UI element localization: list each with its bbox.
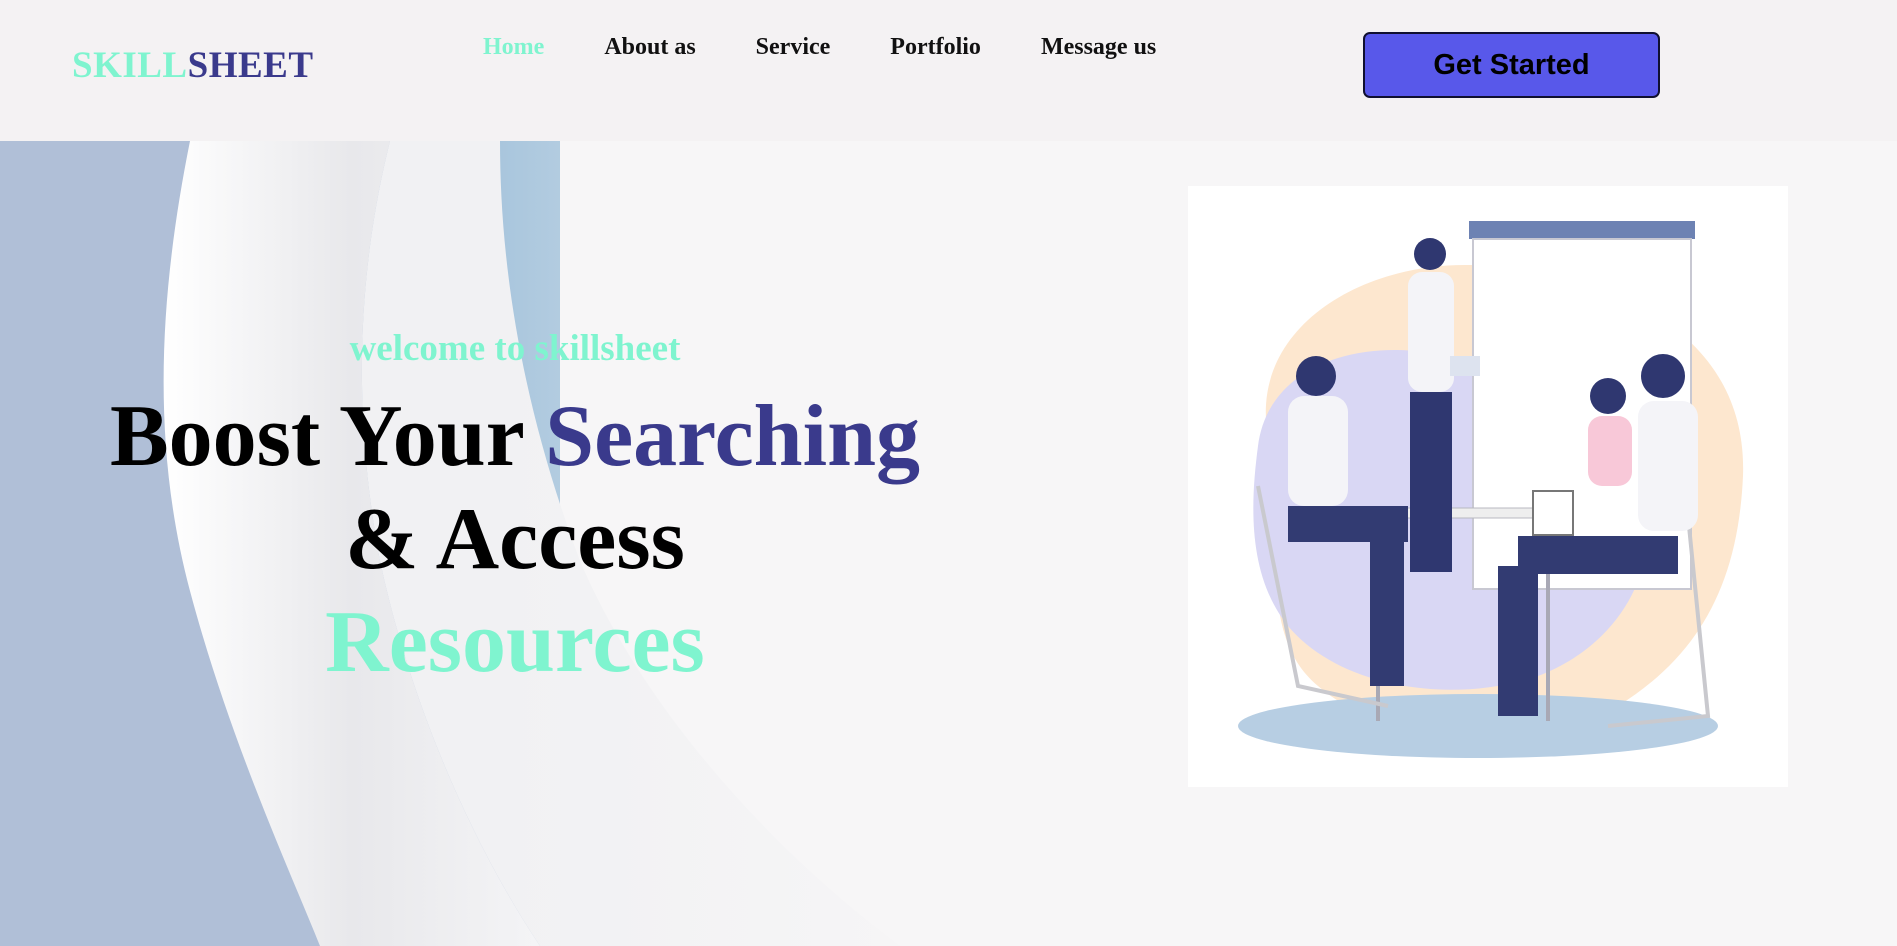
- hero-headline-line3: Resources: [325, 594, 705, 691]
- nav-link-message[interactable]: Message us: [1041, 32, 1156, 62]
- team-meeting-icon: [1238, 221, 1744, 758]
- nav-menu: Home About as Service Portfolio Message …: [483, 32, 1156, 62]
- brand-logo[interactable]: SKILLSHEET: [72, 44, 314, 88]
- brand-logo-part1: SKILL: [72, 45, 188, 86]
- hero-headline-line2: & Access: [345, 491, 685, 588]
- navbar: SKILLSHEET Home About as Service Portfol…: [0, 0, 1897, 141]
- nav-link-home[interactable]: Home: [483, 32, 544, 62]
- hero-headline-boost: Boost Your: [109, 388, 546, 485]
- nav-link-service[interactable]: Service: [756, 32, 831, 62]
- nav-link-about[interactable]: About as: [604, 32, 695, 62]
- brand-logo-part2: SHEET: [187, 45, 314, 86]
- hero-headline-line1: Boost Your Searching: [60, 385, 970, 488]
- hero-welcome: welcome to skillsheet: [349, 328, 681, 369]
- hero-headline-searching: Searching: [545, 388, 921, 485]
- hero-headline: Boost Your Searching & Access Resources: [60, 385, 970, 694]
- team-meeting-illustration: [1188, 186, 1788, 787]
- nav-link-portfolio[interactable]: Portfolio: [890, 32, 981, 62]
- hero-section: welcome to skillsheet Boost Your Searchi…: [0, 141, 1897, 946]
- get-started-button[interactable]: Get Started: [1363, 32, 1660, 98]
